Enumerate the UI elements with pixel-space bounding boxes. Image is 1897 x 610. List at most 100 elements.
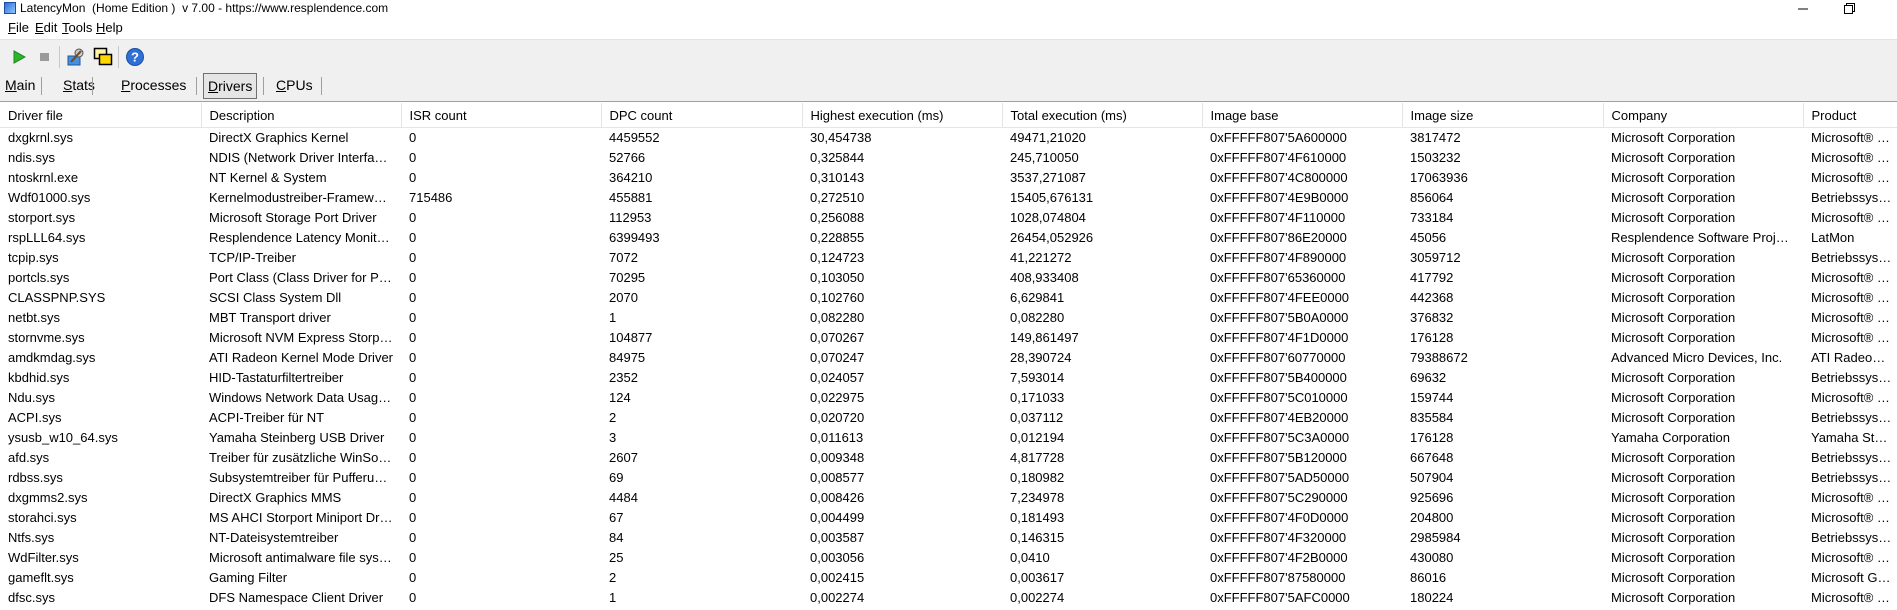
tab-main[interactable]: Main bbox=[1, 73, 39, 97]
table-row[interactable]: dxgkrnl.sys DirectX Graphics Kernel 0 44595… bbox=[0, 128, 1897, 149]
menu-help[interactable]: Help bbox=[96, 20, 123, 35]
table-cell: 104877 bbox=[609, 330, 653, 345]
column-header[interactable]: Total execution (ms) bbox=[1002, 103, 1203, 128]
table-cell: 69 bbox=[609, 470, 624, 485]
table-row[interactable]: kbdhid.sys HID-Tastaturfiltertreiber 0 2352… bbox=[0, 368, 1897, 388]
start-button[interactable] bbox=[7, 46, 31, 68]
table-row[interactable]: rspLLL64.sys Resplendence Latency Monitor… bbox=[0, 228, 1897, 248]
table-row[interactable]: dfsc.sys DFS Namespace Client Driver 0 1 0,0… bbox=[0, 588, 1897, 608]
table-cell: 0,002274 bbox=[1010, 590, 1065, 605]
table-cell: Microsoft® Wi bbox=[1811, 390, 1893, 405]
windows-button[interactable] bbox=[91, 46, 115, 68]
table-cell: 0xFFFFF807'5C010000 bbox=[1210, 390, 1348, 405]
table-row[interactable]: Ntfs.sys NT-Dateisystemtreiber 0 84 0,003587… bbox=[0, 528, 1897, 548]
column-header[interactable]: Driver file bbox=[0, 103, 202, 128]
table-cell: 0,022975 bbox=[810, 390, 865, 405]
column-header[interactable]: Image size bbox=[1402, 103, 1604, 128]
menu-edit[interactable]: Edit bbox=[35, 20, 57, 35]
column-header[interactable]: Image base bbox=[1202, 103, 1403, 128]
table-cell: Microsoft® Wi bbox=[1811, 490, 1893, 505]
table-cell: 2 bbox=[609, 410, 617, 425]
column-header[interactable]: Description bbox=[201, 103, 402, 128]
table-cell: 176128 bbox=[1410, 330, 1454, 345]
table-cell: ACPI-Treiber für NT bbox=[209, 410, 325, 425]
windows-icon bbox=[93, 47, 113, 66]
table-row[interactable]: storahci.sys MS AHCI Storport Miniport Dr… bbox=[0, 508, 1897, 528]
help-button[interactable]: ? bbox=[123, 46, 147, 68]
table-cell: Yamaha Steinb bbox=[1811, 430, 1897, 445]
table-cell: 0xFFFFF807'87580000 bbox=[1210, 570, 1346, 585]
table-cell: Microsoft Corporation bbox=[1611, 550, 1736, 565]
column-header[interactable]: ISR count bbox=[401, 103, 602, 128]
table-cell: 430080 bbox=[1410, 550, 1454, 565]
table-row[interactable]: ysusb_w10_64.sys Yamaha Steinberg USB Dri… bbox=[0, 428, 1897, 448]
table-cell: 0 bbox=[409, 410, 417, 425]
table-cell: dxgmms2.sys bbox=[8, 490, 88, 505]
column-header[interactable]: Company bbox=[1603, 103, 1804, 128]
table-cell: 0 bbox=[409, 470, 417, 485]
table-cell: storport.sys bbox=[8, 210, 76, 225]
table-cell: 7,593014 bbox=[1010, 370, 1065, 385]
table-cell: Betriebssyster bbox=[1811, 530, 1894, 545]
table-cell: 856064 bbox=[1410, 190, 1454, 205]
table-cell: 0,037112 bbox=[1010, 410, 1064, 425]
column-header[interactable]: DPC count bbox=[601, 103, 803, 128]
table-row[interactable]: CLASSPNP.SYS SCSI Class System Dll 0 2070 0,… bbox=[0, 288, 1897, 308]
table-cell: Microsoft Corporation bbox=[1611, 470, 1736, 485]
table-cell: LatMon bbox=[1811, 230, 1855, 245]
table-cell: 0xFFFFF807'5B0A0000 bbox=[1210, 310, 1349, 325]
table-cell: 6399493 bbox=[609, 230, 660, 245]
table-cell: 3537,271087 bbox=[1010, 170, 1086, 185]
minimize-button[interactable] bbox=[1780, 0, 1826, 17]
table-cell: 0,272510 bbox=[810, 190, 865, 205]
tab-cpus[interactable]: CPUs bbox=[272, 73, 317, 97]
restore-button[interactable] bbox=[1826, 0, 1872, 17]
table-cell: 0xFFFFF807'4F0D0000 bbox=[1210, 510, 1349, 525]
column-header[interactable]: Highest execution (ms) bbox=[802, 103, 1003, 128]
table-cell: 417792 bbox=[1410, 270, 1454, 285]
table-cell: 0,003587 bbox=[810, 530, 865, 545]
tab-bar: Main Stats Processes Drivers CPUs bbox=[0, 73, 1897, 102]
table-row[interactable]: ntoskrnl.exe NT Kernel & System 0 364210 0,3… bbox=[0, 168, 1897, 188]
table-row[interactable]: dxgmms2.sys DirectX Graphics MMS 0 4484 0,00… bbox=[0, 488, 1897, 508]
stop-button[interactable] bbox=[33, 46, 57, 68]
table-row[interactable]: WdFilter.sys Microsoft antimalware file s… bbox=[0, 548, 1897, 568]
drivers-table: Driver file Description ISR count DPC count… bbox=[0, 103, 1897, 610]
driver-settings-button[interactable] bbox=[64, 46, 88, 68]
table-row[interactable]: netbt.sys MBT Transport driver 0 1 0,082280 0… bbox=[0, 308, 1897, 328]
table-cell: 7,234978 bbox=[1010, 490, 1065, 505]
tab-drivers[interactable]: Drivers bbox=[203, 73, 258, 99]
table-row[interactable]: ACPI.sys ACPI-Treiber für NT 0 2 0,020720 0,0… bbox=[0, 408, 1897, 428]
table-cell: 0 bbox=[409, 250, 417, 265]
table-cell: 0xFFFFF807'4F890000 bbox=[1210, 250, 1347, 265]
column-header[interactable]: Product bbox=[1803, 103, 1897, 128]
table-cell: Microsoft Storage Port Driver bbox=[209, 210, 377, 225]
table-row[interactable]: Ndu.sys Windows Network Data Usage Monito… bbox=[0, 388, 1897, 408]
table-row[interactable]: amdkmdag.sys ATI Radeon Kernel Mode Drive… bbox=[0, 348, 1897, 368]
table-row[interactable]: rdbss.sys Subsystemtreiber für Pufferung … bbox=[0, 468, 1897, 488]
menu-file[interactable]: File bbox=[8, 20, 29, 35]
table-row[interactable]: portcls.sys Port Class (Class Driver for … bbox=[0, 268, 1897, 288]
table-cell: Kernelmodustreiber-Framework-Laufzeit bbox=[209, 190, 401, 205]
table-cell: Advanced Micro Devices, Inc. bbox=[1611, 350, 1783, 365]
tab-processes[interactable]: Processes bbox=[117, 73, 190, 97]
table-cell: Microsoft Corporation bbox=[1611, 270, 1736, 285]
table-cell: 0 bbox=[409, 490, 417, 505]
title-bar: LatencyMon (Home Edition ) v 7.00 - http… bbox=[0, 0, 1897, 17]
table-cell: Resplendence Latency Monitoring and Auxi… bbox=[209, 230, 401, 245]
table-cell: Microsoft® Wi bbox=[1811, 210, 1893, 225]
menu-tools[interactable]: Tools bbox=[62, 20, 92, 35]
restore-icon bbox=[1843, 3, 1855, 14]
table-row[interactable]: stornvme.sys Microsoft NVM Express Storpo… bbox=[0, 328, 1897, 348]
table-row[interactable]: ndis.sys NDIS (Network Driver Interface S… bbox=[0, 148, 1897, 168]
table-cell: 0 bbox=[409, 290, 417, 305]
table-cell: 0,009348 bbox=[810, 450, 865, 465]
table-row[interactable]: gameflt.sys Gaming Filter 0 2 0,002415 0,0036… bbox=[0, 568, 1897, 588]
table-cell: 507904 bbox=[1410, 470, 1454, 485]
table-row[interactable]: storport.sys Microsoft Storage Port Drive… bbox=[0, 208, 1897, 228]
table-row[interactable]: tcpip.sys TCP/IP-Treiber 0 7072 0,124723 41,2… bbox=[0, 248, 1897, 268]
table-row[interactable]: afd.sys Treiber für zusätzliche WinSock-F… bbox=[0, 448, 1897, 468]
table-row[interactable]: Wdf01000.sys Kernelmodustreiber-Framework… bbox=[0, 188, 1897, 208]
table-cell: kbdhid.sys bbox=[8, 370, 70, 385]
table-cell: 364210 bbox=[609, 170, 653, 185]
